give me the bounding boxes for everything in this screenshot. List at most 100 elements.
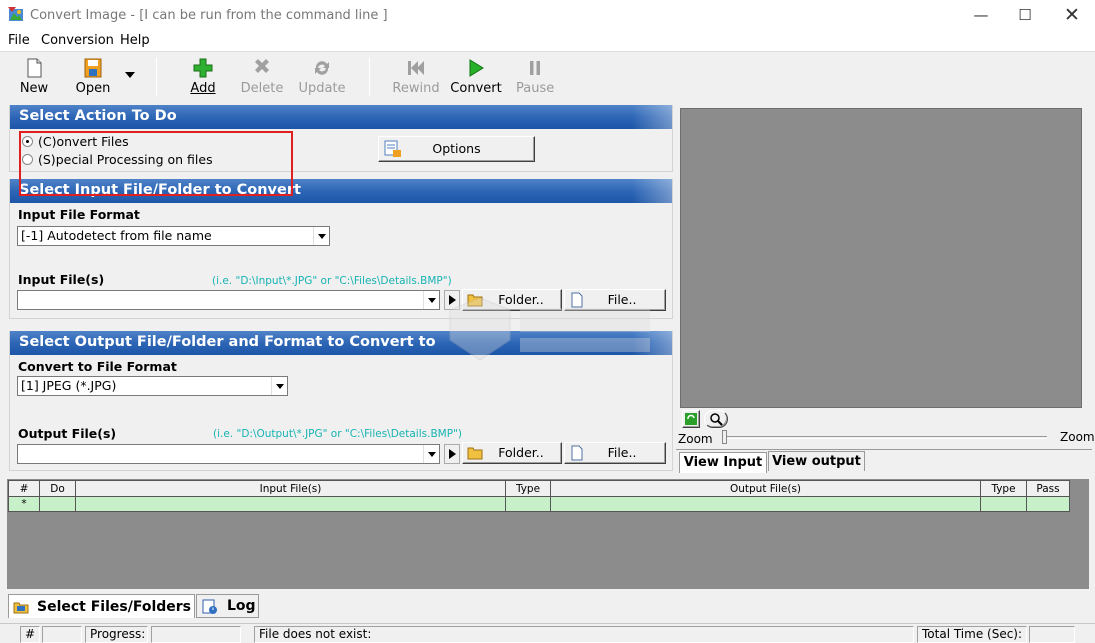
watermark-logo [449,297,650,361]
menu-help[interactable]: Help [120,33,150,48]
status-message: File does not exist: [254,626,914,643]
new-button[interactable]: New [18,57,50,96]
output-files-label: Output File(s) [18,426,117,441]
view-output-tab[interactable]: View output [768,451,865,471]
pause-icon [530,61,540,75]
magnifier-icon [710,413,723,426]
action-section-title: Select Action To Do [10,105,672,129]
file-list-table: # Do Input File(s) Type Output File(s) T… [8,480,1070,512]
col-header-number[interactable]: # [8,480,40,497]
open-label: Open [75,81,111,96]
input-files-field[interactable] [17,290,440,310]
output-files-field[interactable] [17,444,440,464]
convert-play-icon [469,59,484,77]
chevron-down-icon[interactable] [423,291,439,309]
rewind-button[interactable]: Rewind [392,57,440,96]
output-format-select[interactable]: [1] JPEG (*.JPG) [17,376,288,396]
annotation-highlight-box [19,131,293,196]
folder-icon [467,447,483,460]
convert-button[interactable]: Convert [450,57,502,96]
output-format-label: Convert to File Format [18,359,177,374]
status-progress-bar [151,626,241,643]
rewind-icon [408,61,424,75]
zoom-slider-thumb[interactable] [722,430,727,444]
table-cell[interactable] [980,496,1027,512]
pause-button[interactable]: Pause [516,57,554,96]
save-disk-icon [84,58,102,78]
update-refresh-icon [315,61,329,75]
col-header-output-type[interactable]: Type [980,480,1027,497]
input-files-label: Input File(s) [18,272,105,287]
table-header-row: # Do Input File(s) Type Output File(s) T… [8,480,1070,497]
menu-file[interactable]: File [8,33,30,48]
file-icon [571,445,583,461]
delete-x-icon [255,59,269,73]
delete-button[interactable]: Delete [240,57,284,96]
minimize-button[interactable]: — [958,0,1004,31]
app-icon [8,7,23,21]
table-cell[interactable] [1026,496,1070,512]
table-cell[interactable] [75,496,506,512]
output-browse-arrow-button[interactable] [444,444,460,464]
log-tab[interactable]: Log [196,594,259,618]
convert-label: Convert [450,81,502,96]
zoom-slider-track[interactable] [725,436,1047,439]
title-bar: Convert Image - [I can be run from the c… [0,0,1095,31]
fit-refresh-icon [685,413,697,425]
table-cell[interactable] [505,496,551,512]
zoom-label-right: Zoom [1060,430,1095,444]
col-header-do[interactable]: Do [39,480,76,497]
output-file-button[interactable]: File.. [564,442,666,464]
open-button[interactable]: Open [74,57,112,96]
chevron-down-icon[interactable] [271,377,287,395]
col-header-output-files[interactable]: Output File(s) [550,480,981,497]
output-folder-button[interactable]: Folder.. [462,442,562,464]
view-input-tab[interactable]: View Input [679,452,767,473]
col-header-input-files[interactable]: Input File(s) [75,480,506,497]
status-bar: # Progress: File does not exist: Total T… [0,623,1095,643]
log-clock-icon [202,599,217,614]
open-dropdown-icon[interactable] [125,72,135,78]
add-plus-icon [193,58,213,78]
add-button[interactable]: Add [186,57,220,96]
fit-button[interactable] [682,410,700,428]
new-label: New [19,81,49,96]
output-file-label: File.. [607,445,637,460]
update-button[interactable]: Update [298,57,346,96]
col-header-input-type[interactable]: Type [505,480,551,497]
input-format-label: Input File Format [18,207,140,222]
window-title: Convert Image - [I can be run from the c… [30,8,388,23]
output-folder-label: Folder.. [498,445,544,460]
input-files-hint: (i.e. "D:\Input\*.JPG" or "C:\Files\Deta… [212,275,452,287]
log-tab-label: Log [227,598,256,614]
menu-bar: File Conversion Help [0,31,1095,51]
input-format-value: [-1] Autodetect from file name [21,228,212,243]
close-button[interactable]: ✕ [1049,0,1095,31]
toolbar: New Open Add Delete Update Rewind Conver… [0,51,1095,101]
rewind-label: Rewind [392,81,440,96]
options-icon [384,140,401,157]
table-cell[interactable] [550,496,981,512]
status-hash: # [20,626,40,643]
output-files-hint: (i.e. "D:\Output\*.JPG" or "C:\Files\Det… [213,428,462,440]
maximize-button[interactable]: ☐ [1002,0,1048,31]
menu-conversion[interactable]: Conversion [41,33,114,48]
pause-label: Pause [516,81,555,96]
add-label: Add [190,81,216,96]
select-files-tab[interactable]: Select Files/Folders [8,594,195,618]
table-row[interactable]: * [8,496,1070,512]
input-format-select[interactable]: [-1] Autodetect from file name [17,226,330,246]
image-preview [680,108,1082,408]
chevron-down-icon[interactable] [313,227,329,245]
update-label: Update [298,81,346,96]
folders-icon [13,602,29,614]
table-cell[interactable] [39,496,76,512]
new-row-marker: * [8,496,40,512]
chevron-down-icon[interactable] [423,445,439,463]
status-total-time-value [1029,626,1075,643]
toolbar-separator [156,58,157,96]
zoom-button[interactable] [704,410,728,428]
options-button[interactable]: Options [378,136,535,162]
options-label: Options [432,141,481,156]
col-header-pass[interactable]: Pass [1026,480,1070,497]
